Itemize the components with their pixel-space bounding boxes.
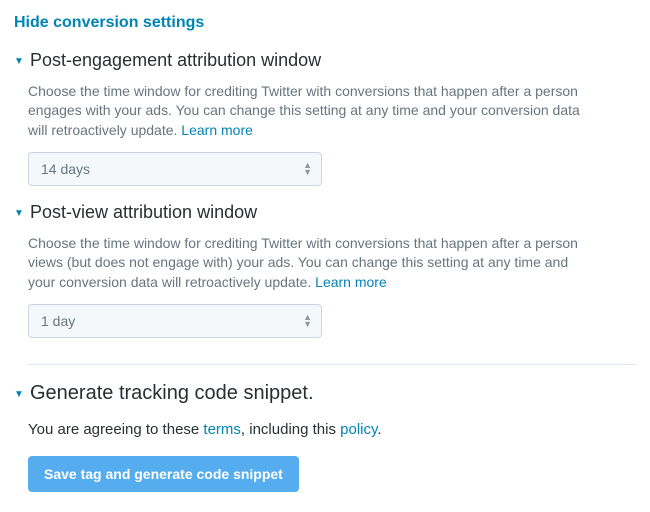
post-view-header[interactable]: ▼ Post-view attribution window <box>14 200 636 225</box>
policy-link[interactable]: policy <box>340 421 377 438</box>
agreement-text: You are agreeing to these terms, includi… <box>28 419 636 440</box>
post-engagement-header[interactable]: ▼ Post-engagement attribution window <box>14 48 636 73</box>
divider <box>28 364 636 365</box>
post-view-desc: Choose the time window for crediting Twi… <box>28 234 588 293</box>
post-engagement-desc: Choose the time window for crediting Twi… <box>28 82 588 141</box>
tracking-header[interactable]: ▼ Generate tracking code snippet. <box>14 379 636 407</box>
post-engagement-section: ▼ Post-engagement attribution window Cho… <box>14 48 636 186</box>
terms-link[interactable]: terms <box>203 421 241 438</box>
learn-more-link[interactable]: Learn more <box>315 274 387 290</box>
post-view-select-value: 1 day <box>41 312 75 332</box>
post-engagement-select-value: 14 days <box>41 160 90 180</box>
hide-conversion-settings-link[interactable]: Hide conversion settings <box>14 12 636 34</box>
post-view-title: Post-view attribution window <box>30 200 257 225</box>
caret-down-icon: ▼ <box>14 209 24 219</box>
post-view-select[interactable]: 1 day ▲▼ <box>28 304 322 338</box>
post-engagement-title: Post-engagement attribution window <box>30 48 321 73</box>
caret-down-icon: ▼ <box>14 57 24 67</box>
tracking-section: ▼ Generate tracking code snippet. You ar… <box>14 379 636 492</box>
save-generate-button[interactable]: Save tag and generate code snippet <box>28 456 299 492</box>
tracking-title: Generate tracking code snippet. <box>30 379 314 407</box>
post-view-section: ▼ Post-view attribution window Choose th… <box>14 200 636 338</box>
caret-down-icon: ▼ <box>14 390 24 400</box>
post-engagement-select[interactable]: 14 days ▲▼ <box>28 152 322 186</box>
learn-more-link[interactable]: Learn more <box>181 122 253 138</box>
